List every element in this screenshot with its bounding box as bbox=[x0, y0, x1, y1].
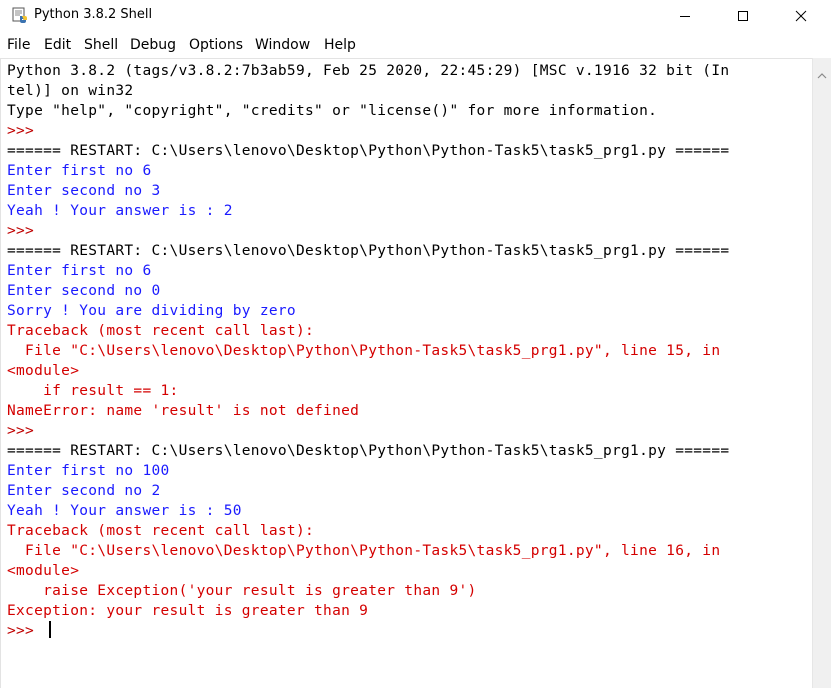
shell-line: Enter second no 0 bbox=[7, 283, 161, 299]
shell-line: NameError: name 'result' is not defined bbox=[7, 403, 360, 419]
shell-line: <module> bbox=[7, 563, 80, 579]
shell-line: Traceback (most recent call last): bbox=[7, 523, 315, 539]
shell-line: File "C:\Users\lenovo\Desktop\Python\Pyt… bbox=[7, 543, 721, 559]
menu-edit[interactable]: Edit bbox=[44, 37, 71, 53]
shell-line: File "C:\Users\lenovo\Desktop\Python\Pyt… bbox=[7, 343, 721, 359]
shell-line: tel)] on win32 bbox=[7, 83, 134, 99]
window-title: Python 3.8.2 Shell bbox=[34, 7, 153, 22]
shell-line: if result == 1: bbox=[7, 383, 179, 399]
vertical-scrollbar[interactable] bbox=[812, 58, 831, 688]
maximize-icon bbox=[738, 10, 748, 21]
shell-prompt: >>> bbox=[7, 423, 44, 439]
menu-bar: File Edit Shell Debug Options Window Hel… bbox=[0, 35, 831, 57]
menu-file[interactable]: File bbox=[7, 37, 30, 53]
menu-window[interactable]: Window bbox=[255, 37, 310, 53]
shell-current-prompt-line[interactable]: >>> bbox=[7, 621, 809, 641]
shell-prompt: >>> bbox=[7, 223, 44, 239]
minimize-icon bbox=[680, 15, 690, 17]
shell-line: Enter first no 100 bbox=[7, 463, 170, 479]
shell-line: Python 3.8.2 (tags/v3.8.2:7b3ab59, Feb 2… bbox=[7, 63, 730, 79]
menu-options[interactable]: Options bbox=[189, 37, 243, 53]
shell-line: ====== RESTART: C:\Users\lenovo\Desktop\… bbox=[7, 243, 730, 259]
shell-line: Enter second no 2 bbox=[7, 483, 161, 499]
shell-line: Sorry ! You are dividing by zero bbox=[7, 303, 296, 319]
shell-line: Enter first no 6 bbox=[7, 163, 152, 179]
shell-line: ====== RESTART: C:\Users\lenovo\Desktop\… bbox=[7, 143, 730, 159]
menu-debug[interactable]: Debug bbox=[130, 37, 176, 53]
title-bar[interactable]: Python 3.8.2 Shell bbox=[0, 0, 831, 31]
shell-prompt: >>> bbox=[7, 623, 44, 639]
shell-line: Enter first no 6 bbox=[7, 263, 152, 279]
maximize-button[interactable] bbox=[720, 0, 766, 31]
text-cursor bbox=[49, 621, 52, 638]
shell-line: Yeah ! Your answer is : 2 bbox=[7, 203, 233, 219]
shell-line: raise Exception('your result is greater … bbox=[7, 583, 477, 599]
shell-line: Enter second no 3 bbox=[7, 183, 161, 199]
minimize-button[interactable] bbox=[662, 0, 708, 31]
menu-shell[interactable]: Shell bbox=[84, 37, 118, 53]
shell-text-area[interactable]: Python 3.8.2 (tags/v3.8.2:7b3ab59, Feb 2… bbox=[0, 58, 812, 688]
close-button[interactable] bbox=[778, 0, 824, 31]
shell-line: <module> bbox=[7, 363, 80, 379]
close-icon bbox=[795, 10, 807, 21]
shell-prompt: >>> bbox=[7, 123, 44, 139]
shell-line: Type "help", "copyright", "credits" or "… bbox=[7, 103, 658, 119]
shell-output: Python 3.8.2 (tags/v3.8.2:7b3ab59, Feb 2… bbox=[7, 61, 809, 641]
shell-line: ====== RESTART: C:\Users\lenovo\Desktop\… bbox=[7, 443, 730, 459]
shell-line: Yeah ! Your answer is : 50 bbox=[7, 503, 242, 519]
python-idle-icon bbox=[12, 7, 28, 23]
shell-line: Exception: your result is greater than 9 bbox=[7, 603, 369, 619]
scroll-up-arrow-icon[interactable] bbox=[817, 64, 827, 83]
shell-line: Traceback (most recent call last): bbox=[7, 323, 315, 339]
menu-help[interactable]: Help bbox=[324, 37, 356, 53]
